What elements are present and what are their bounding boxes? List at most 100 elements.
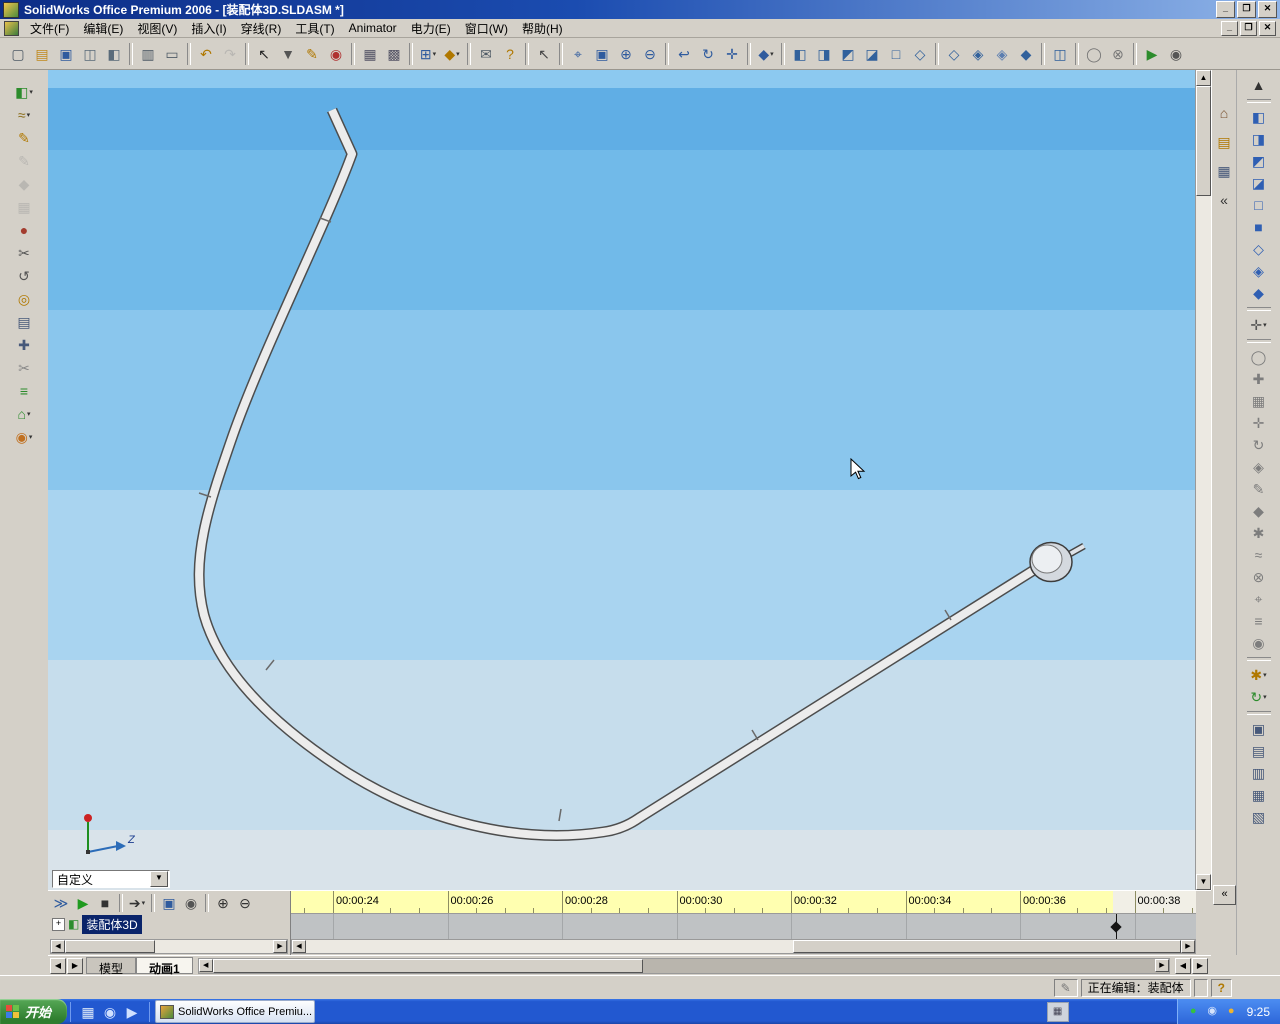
menu-item[interactable]: Animator [342, 19, 404, 37]
right-view-icon[interactable]: ◪▾ [1246, 172, 1272, 194]
mate-icon[interactable]: ◯▾ [1083, 43, 1105, 65]
save-animation-icon[interactable]: ▣▾ [159, 893, 179, 912]
selection-filter-icon[interactable]: ▼▾ [277, 43, 299, 65]
previous-view-icon[interactable]: ↩▾ [673, 43, 695, 65]
route-options-icon[interactable]: ◉ ▾ [8, 425, 40, 448]
clip-icon[interactable]: ✂▾ [8, 241, 40, 264]
timeline-rows[interactable] [291, 914, 1196, 940]
language-bar-icon[interactable]: ▦ [1046, 1001, 1069, 1022]
taskbar-task-button[interactable]: SolidWorks Office Premiu... [155, 1000, 316, 1023]
configuration-manager-pane-icon[interactable]: ▥▾ [1246, 762, 1272, 784]
new-icon[interactable]: ▢▾ [7, 43, 29, 65]
wireframe-icon[interactable]: ◇▾ [943, 43, 965, 65]
exploded-view-icon[interactable]: ✱▾ [1246, 522, 1272, 544]
tab-model[interactable]: 模型 [86, 957, 137, 976]
large-assembly-mode-icon[interactable]: ◆▾ [1246, 500, 1272, 522]
explode-lines-icon[interactable]: ≈▾ [1246, 544, 1272, 566]
scroll-down-button[interactable]: ▼ [1196, 874, 1211, 890]
curvature-icon[interactable]: ◉▾ [1246, 632, 1272, 654]
antivirus-tray-icon[interactable]: ● [1223, 1003, 1240, 1020]
route-tools-icon[interactable]: ≈ ▾ [8, 103, 40, 126]
animator-icon[interactable]: ▶▾ [1141, 43, 1163, 65]
back-view-icon[interactable]: ◨▾ [813, 43, 835, 65]
back-view-icon[interactable]: ◨▾ [1246, 128, 1272, 150]
tree-scroll-left-button[interactable]: ◀ [51, 940, 65, 953]
zoom-tools-icon[interactable]: ⊞ ▾ [417, 43, 439, 65]
design-table-icon[interactable]: ▦▾ [359, 43, 381, 65]
menu-item[interactable]: 插入(I) [184, 18, 233, 39]
main-hscroll-thumb[interactable] [212, 958, 643, 973]
main-scroll-right-button[interactable]: ▶ [1155, 959, 1169, 972]
menu-item[interactable]: 电力(E) [404, 18, 458, 39]
volume-tray-icon[interactable]: ◉ [1204, 1003, 1221, 1020]
playback-mode-icon[interactable]: ➔ ▾ [127, 893, 147, 912]
timeline-hscrollbar[interactable]: ◀ ▶ [291, 939, 1196, 954]
dimetric-view-icon[interactable]: ◈▾ [1246, 260, 1272, 282]
start-button[interactable]: 开始 [0, 999, 68, 1024]
make-drawing-icon[interactable]: ◫▾ [79, 43, 101, 65]
play-icon[interactable]: ▶▾ [73, 893, 93, 912]
vscroll-thumb[interactable] [1196, 86, 1211, 196]
sketch-route-icon[interactable]: ✎▾ [8, 126, 40, 149]
feature-manager-pane-icon[interactable]: ▣▾ [1246, 718, 1272, 740]
property-manager-pane-icon[interactable]: ▤▾ [1246, 740, 1272, 762]
timeline-scroll-right-button[interactable]: ▶ [1181, 940, 1195, 953]
third-party-pane-icon[interactable]: ▦▾ [1246, 784, 1272, 806]
tree-hscrollbar[interactable]: ◀ ▶ [50, 939, 288, 954]
design-binder-icon[interactable]: ✉▾ [475, 43, 497, 65]
child-minimize-button[interactable]: _ [1221, 20, 1238, 36]
menu-item[interactable]: 视图(V) [130, 18, 184, 39]
isometric-view-icon[interactable]: ◇▾ [909, 43, 931, 65]
hidden-lines-removed-icon[interactable]: ◈▾ [991, 43, 1013, 65]
electrical-connector-icon[interactable]: ●▾ [8, 218, 40, 241]
pane-scroll-right-button[interactable]: ▶ [1192, 957, 1208, 974]
menu-item[interactable]: 文件(F) [23, 18, 76, 39]
left-view-icon[interactable]: ◩▾ [837, 43, 859, 65]
covering-icon[interactable]: ◎▾ [8, 287, 40, 310]
status-help-button[interactable]: ? [1210, 978, 1232, 997]
design-library-route-icon[interactable]: ⌂ ▾ [8, 402, 40, 425]
trimetric-view-icon[interactable]: ◆▾ [1246, 282, 1272, 304]
browser-icon[interactable]: ◉ [100, 1002, 120, 1022]
menu-item[interactable]: 窗口(W) [458, 18, 515, 39]
animation-tree-root[interactable]: + ◧ 装配体3D [52, 914, 142, 934]
viewport-vscrollbar[interactable]: ▲ ▼ [1195, 70, 1211, 890]
timeline-key-diamond[interactable] [1110, 921, 1122, 933]
print-icon[interactable]: ▥▾ [137, 43, 159, 65]
hidden-lines-visible-icon[interactable]: ◈▾ [967, 43, 989, 65]
timeline-scroll-left-button[interactable]: ◀ [292, 940, 306, 953]
select-icon[interactable]: ↖▾ [253, 43, 275, 65]
main-scroll-left-button[interactable]: ◀ [198, 959, 213, 972]
undo-icon[interactable]: ↶▾ [195, 43, 217, 65]
rebuild-icon[interactable]: ◉▾ [325, 43, 347, 65]
rotate-view-icon[interactable]: ↻▾ [697, 43, 719, 65]
bom-table-icon[interactable]: ▩▾ [383, 43, 405, 65]
tab-scroll-right-button[interactable]: ▶ [67, 957, 83, 974]
animation-wizard-icon[interactable]: ◉▾ [181, 893, 201, 912]
stop-icon[interactable]: ■▾ [95, 893, 115, 912]
measure-icon[interactable]: ⌖▾ [1246, 588, 1272, 610]
pan-icon[interactable]: ✛▾ [721, 43, 743, 65]
sketch-icon[interactable]: ✎▾ [301, 43, 323, 65]
collapse-panel-button[interactable]: « [1213, 885, 1236, 905]
menu-item[interactable]: 帮助(H) [515, 18, 570, 39]
assembly-tree-label[interactable]: 装配体3D [82, 914, 142, 934]
loop-route-icon[interactable]: ↺▾ [8, 264, 40, 287]
tab-scroll-left-button[interactable]: ◀ [50, 957, 66, 974]
tree-scroll-right-button[interactable]: ▶ [273, 940, 287, 953]
display-pane-icon[interactable]: ▧▾ [1246, 806, 1272, 828]
redo-icon[interactable]: ↷▾ [219, 43, 241, 65]
rotate-animate-icon[interactable]: ↻ ▾ [1246, 686, 1272, 708]
scroll-up-icon[interactable]: ▲▾ [1246, 74, 1272, 96]
screen-capture-icon[interactable]: ◉▾ [1165, 43, 1187, 65]
right-view-icon[interactable]: ◪▾ [861, 43, 883, 65]
menu-item[interactable]: 编辑(E) [76, 18, 130, 39]
top-view-icon[interactable]: □▾ [885, 43, 907, 65]
mate-icon[interactable]: ◯▾ [1246, 346, 1272, 368]
timeline-hscroll-thumb[interactable] [793, 940, 1181, 953]
save-icon[interactable]: ▣▾ [55, 43, 77, 65]
standard-views-icon[interactable]: ◆ ▾ [755, 43, 777, 65]
menu-item[interactable]: 穿线(R) [234, 18, 289, 39]
viewport[interactable]: Z 自定义 ▼ [48, 70, 1195, 890]
home-icon[interactable]: ⌂▾ [1214, 102, 1235, 123]
